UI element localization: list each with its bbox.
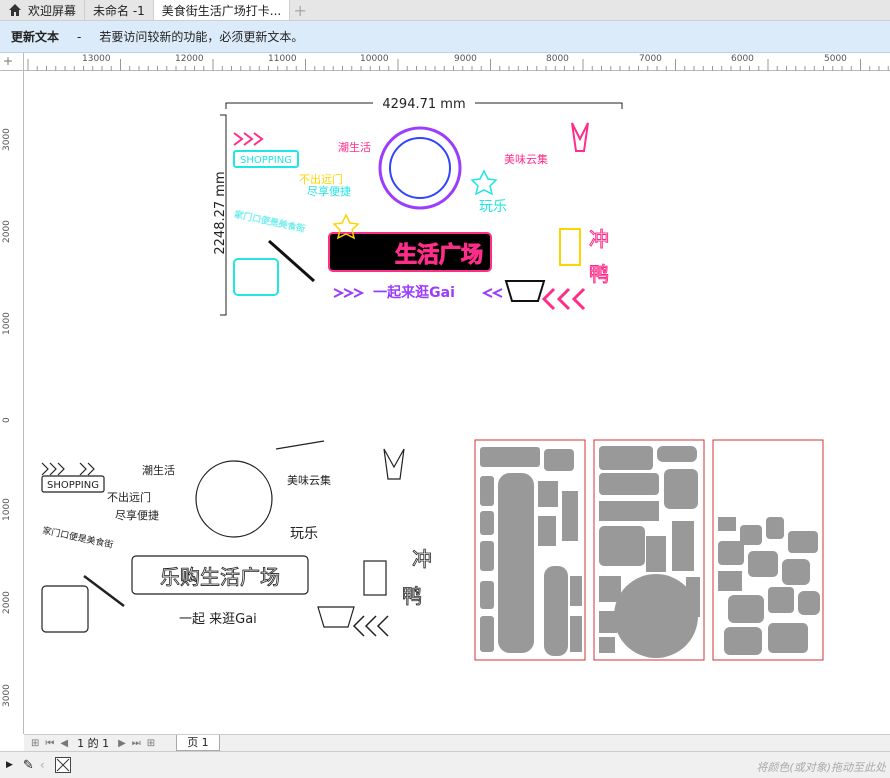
ruler-label: 11000 (268, 54, 297, 64)
no-color-icon (56, 758, 69, 772)
neon-design[interactable]: 4294.71 mm 2248.27 mm 生活广场 一起来逛Gai SHOPP… (213, 95, 624, 316)
artwork: 4294.71 mm 2248.27 mm 生活广场 一起来逛Gai SHOPP… (41, 95, 824, 661)
line-face-circle (195, 460, 273, 538)
tab-label: 美食街生活广场打卡... (161, 3, 282, 18)
drawing-canvas[interactable]: 4294.71 mm 2248.27 mm 生活广场 一起来逛Gai SHOPP… (24, 71, 890, 734)
add-page-before-icon[interactable]: ⊞ (31, 738, 39, 749)
update-title: 更新文本 (11, 30, 60, 44)
tab-welcome[interactable]: 欢迎屏幕 (0, 0, 86, 20)
ruler-label: 2000 (2, 591, 12, 614)
line-arrows (41, 462, 95, 476)
ruler-label: 12000 (175, 54, 204, 64)
neon-slogan-1: 不出远门 (299, 172, 343, 186)
first-page-icon[interactable]: ⏮ (45, 738, 54, 749)
tab-label: 未命名 -1 (93, 3, 145, 18)
neon-trend: 潮生活 (338, 140, 371, 154)
neon-subtitle: 一起来逛Gai (373, 284, 455, 301)
ruler-label: 2000 (2, 220, 12, 243)
plus-icon: + (293, 0, 307, 20)
ruler-label: 3000 (2, 684, 12, 707)
ruler-label: 9000 (454, 54, 477, 64)
ruler-label: 8000 (546, 54, 569, 64)
line-shopping: SHOPPING (47, 480, 99, 491)
last-page-icon[interactable]: ⏭ (132, 738, 141, 749)
ruler-label: 6000 (731, 54, 754, 64)
line-art-design[interactable]: SHOPPING 潮生活 美味云集 不出远门 尽享便捷 家门口便是美食街 乐购生… (41, 440, 432, 637)
update-notification-bar: 更新文本 - 若要访问较新的功能，必须更新文本。 (0, 21, 890, 53)
horizontal-ruler[interactable]: 13000 12000 11000 10000 9000 8000 7000 6… (24, 53, 890, 71)
line-home-food: 家门口便是美食街 (41, 524, 114, 551)
line-play: 玩乐 (290, 526, 318, 542)
line-trend: 潮生活 (142, 463, 175, 477)
line-bunting (275, 440, 325, 450)
line-cart (317, 606, 355, 628)
page-navigator: ⊞ ⏮ ◀ 1 的 1 ▶ ⏭ ⊞ 页 1 (24, 734, 890, 751)
ruler-label: 13000 (82, 54, 111, 64)
line-slogan-2: 尽享便捷 (115, 508, 159, 522)
line-shopping-bag (41, 585, 89, 633)
page-of: 的 (87, 737, 99, 750)
ruler-label: 7000 (639, 54, 662, 64)
height-dimension: 2248.27 mm (213, 171, 228, 254)
ruler-label: 3000 (2, 128, 12, 151)
update-message[interactable]: 若要访问较新的功能，必须更新文本。 (99, 28, 303, 45)
add-tab-button[interactable]: + (290, 0, 310, 20)
line-tower (383, 448, 405, 480)
page-counter: 1 的 1 (77, 735, 109, 751)
status-hint: 将颜色(或对象)拖动至此处 (756, 761, 886, 774)
neon-ya: 鸭 (589, 262, 609, 286)
tab-untitled[interactable]: 未命名 -1 (85, 0, 154, 20)
document-tab-bar: 欢迎屏幕 未命名 -1 美食街生活广场打卡... + (0, 0, 890, 21)
next-page-icon[interactable]: ▶ (118, 738, 126, 749)
ruler-label: 5000 (824, 54, 847, 64)
ruler-label: 1000 (2, 312, 12, 335)
line-yunji: 美味云集 (287, 473, 331, 487)
page-tab-1[interactable]: 页 1 (176, 735, 220, 751)
ruler-label: 10000 (360, 54, 389, 64)
ruler-origin-icon (4, 57, 12, 65)
line-guitar (83, 575, 125, 607)
eyedropper-icon[interactable]: ✎ (23, 758, 34, 773)
neon-chong: 冲 (589, 227, 609, 251)
main-title: 生活广场 (395, 242, 483, 268)
line-subtitle: 一起 来逛Gai (179, 612, 257, 627)
neon-shopping: SHOPPING (240, 155, 292, 166)
update-separator: - (77, 29, 82, 44)
neon-play: 玩乐 (479, 199, 507, 215)
home-icon (9, 4, 21, 16)
no-color-swatch[interactable] (54, 757, 71, 773)
ruler-origin[interactable] (0, 53, 24, 71)
ruler-label: 0 (2, 417, 12, 423)
line-popcorn (363, 560, 387, 596)
cut-layout-panels[interactable] (474, 439, 824, 661)
neon-slogan-2: 尽享便捷 (307, 184, 351, 198)
chevron-left-icon[interactable]: ‹ (40, 758, 45, 772)
vertical-ruler[interactable]: 3000 2000 1000 0 1000 2000 3000 (0, 71, 24, 734)
status-bar: ▶ ✎ ‹ 将颜色(或对象)拖动至此处 (0, 751, 890, 778)
line-title: 乐购生活广场 (160, 565, 280, 589)
tab-food-street[interactable]: 美食街生活广场打卡... (153, 0, 291, 20)
line-chevrons (352, 615, 389, 637)
width-dimension: 4294.71 mm (382, 97, 465, 112)
neon-yunji: 美味云集 (504, 152, 548, 166)
prev-page-icon[interactable]: ◀ (60, 738, 68, 749)
current-page: 1 (77, 737, 85, 750)
cut-shapes-panel-2 (599, 446, 700, 658)
ruler-label: 1000 (2, 498, 12, 521)
line-slogan-1: 不出远门 (107, 490, 151, 504)
expand-arrow-icon[interactable]: ▶ (6, 760, 13, 770)
tab-label: 欢迎屏幕 (28, 3, 77, 18)
add-page-after-icon[interactable]: ⊞ (147, 738, 155, 749)
line-chong: 冲 (412, 547, 432, 571)
total-pages: 1 (102, 737, 110, 750)
line-ya: 鸭 (402, 584, 422, 608)
